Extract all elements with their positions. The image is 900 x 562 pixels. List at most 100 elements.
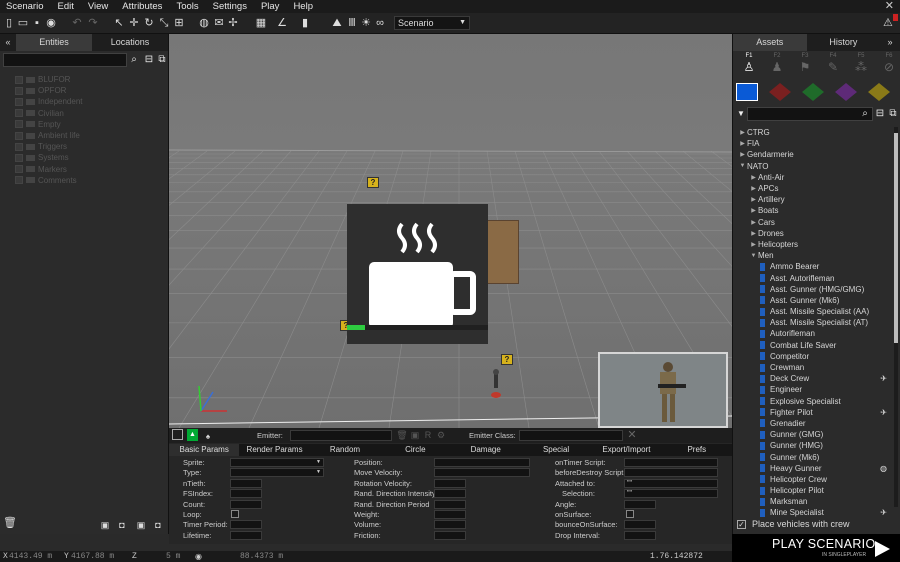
soldier-unit[interactable] [491, 368, 501, 398]
asset-tree-item[interactable]: ▼ NATO [733, 161, 893, 172]
emitter-field[interactable] [290, 430, 392, 441]
asset-tree-item[interactable]: Gunner (Mk6) [733, 451, 893, 462]
tab-locations[interactable]: Locations [92, 34, 168, 51]
settings-icon[interactable]: ⚙ [434, 428, 448, 443]
assets-search-input[interactable] [747, 107, 873, 121]
attribute-tab[interactable]: Circle [380, 444, 450, 456]
side-swatch[interactable] [868, 83, 890, 101]
globe-icon[interactable]: ◍ [197, 16, 211, 31]
asset-tree-item[interactable]: ▼ Men [733, 250, 893, 261]
map-icon[interactable]: ✉ [212, 16, 226, 31]
flag-icon[interactable]: F3 ⚑ [793, 53, 817, 79]
redo-icon[interactable]: ↷ [86, 16, 100, 31]
entities-tree-item[interactable]: Markers [15, 164, 83, 175]
export-folder-icon[interactable]: ▣ [134, 518, 148, 533]
asset-tree-item[interactable]: Crewman [733, 362, 893, 373]
asset-tree-item[interactable]: Helicopter Crew [733, 474, 893, 485]
asset-tree-item[interactable]: ▶ Drones [733, 228, 893, 239]
camera-icon[interactable]: ◘ [115, 518, 129, 533]
asset-tree-item[interactable]: ▶ Helicopters [733, 239, 893, 250]
attribute-tab[interactable]: Random [310, 444, 380, 456]
asset-tree-item[interactable]: Asst. Gunner (Mk6) [733, 295, 893, 306]
onsurface-checkbox[interactable] [626, 510, 634, 518]
terrain-icon[interactable]: ⛰ [330, 16, 344, 31]
asset-tree-item[interactable]: Explosive Specialist [733, 396, 893, 407]
attribute-field[interactable] [624, 520, 656, 530]
menu-scenario[interactable]: Scenario [0, 0, 52, 13]
menu-play[interactable]: Play [255, 0, 287, 13]
chevron-down-icon[interactable]: ▼ [735, 108, 747, 120]
tree-dark-icon[interactable]: ♠ [201, 429, 215, 444]
entities-tree-item[interactable]: Comments [15, 175, 83, 186]
expand-toggle-icon[interactable]: ▶ [749, 174, 758, 181]
search-icon[interactable]: ⌕ [859, 108, 871, 120]
attribute-field[interactable] [434, 520, 466, 530]
asset-tree-item[interactable]: Heavy Gunner ◍ [733, 463, 893, 474]
collapse-all-icon[interactable]: ⊟ [143, 54, 155, 66]
place-vehicles-checkbox[interactable]: ✓ Place vehicles with crew [737, 519, 850, 529]
expand-toggle-icon[interactable]: ▶ [738, 129, 747, 136]
entities-tree-item[interactable]: Systems [15, 152, 83, 163]
menu-attributes[interactable]: Attributes [116, 0, 170, 13]
asset-tree-item[interactable]: ▶ APCs [733, 183, 893, 194]
rotate-icon[interactable]: ↻ [142, 16, 156, 31]
checkbox-icon[interactable] [15, 109, 23, 118]
sun-icon[interactable]: ☀ [359, 16, 373, 31]
asset-tree-item[interactable]: ▶ FIA [733, 138, 893, 149]
menu-help[interactable]: Help [287, 0, 321, 13]
expand-toggle-icon[interactable]: ▶ [749, 196, 758, 203]
collapse-right-icon[interactable]: » [880, 34, 900, 51]
tank-vehicle[interactable] [487, 220, 519, 284]
asset-tree-item[interactable]: Grenadier [733, 418, 893, 429]
assets-scrollbar[interactable] [894, 127, 898, 507]
entities-tree-item[interactable]: Independent [15, 96, 83, 107]
attribute-field[interactable] [230, 478, 262, 488]
menu-settings[interactable]: Settings [207, 0, 255, 13]
open-folder-icon[interactable]: ▭ [16, 16, 30, 31]
groups-icon[interactable]: F2 ♟ [765, 53, 789, 79]
3d-viewport[interactable]: ? ? ? [169, 34, 732, 428]
close-icon[interactable]: ✕ [625, 428, 639, 443]
entities-tree-item[interactable]: OPFOR [15, 85, 83, 96]
angle-icon[interactable]: ∠ [275, 16, 289, 31]
attribute-field[interactable] [624, 499, 656, 509]
new-file-icon[interactable]: ▯ [2, 16, 16, 31]
attribute-field[interactable] [434, 478, 466, 488]
asset-tree-item[interactable]: Asst. Autorifleman [733, 272, 893, 283]
asset-tree-item[interactable]: Engineer [733, 384, 893, 395]
collapse-left-icon[interactable]: « [0, 34, 16, 51]
asset-tree-item[interactable]: Asst. Gunner (HMG/GMG) [733, 284, 893, 295]
expand-toggle-icon[interactable]: ▶ [749, 185, 758, 192]
asset-tree-item[interactable]: Helicopter Pilot [733, 485, 893, 496]
attribute-field[interactable] [230, 489, 262, 499]
expand-toggle-icon[interactable]: ▶ [738, 140, 747, 147]
asset-tree-item[interactable]: ▶ Boats [733, 205, 893, 216]
asset-tree-item[interactable]: Fighter Pilot ✈ [733, 407, 893, 418]
bars-icon[interactable]: Ⅲ [345, 16, 359, 31]
entities-tree-item[interactable]: Empty [15, 119, 83, 130]
delete-icon[interactable]: 🗑 [395, 428, 409, 443]
scale-icon[interactable]: ⤡ [157, 16, 171, 31]
side-swatch[interactable] [802, 83, 824, 101]
asset-tree-item[interactable]: Combat Life Saver [733, 340, 893, 351]
square-icon[interactable] [172, 429, 183, 440]
menu-view[interactable]: View [82, 0, 116, 13]
asset-tree-item[interactable]: ▶ CTRG [733, 127, 893, 138]
menu-edit[interactable]: Edit [52, 0, 82, 13]
attribute-tab[interactable]: Export/Import [591, 444, 661, 456]
asset-tree-item[interactable]: ▶ Cars [733, 217, 893, 228]
expand-toggle-icon[interactable]: ▶ [749, 219, 758, 226]
binoculars-icon[interactable]: ∞ [373, 16, 387, 31]
tree-icon[interactable]: ▲ [187, 429, 198, 441]
entities-tree-item[interactable]: Triggers [15, 141, 83, 152]
checkbox-icon[interactable] [15, 131, 23, 140]
scenario-select[interactable]: Scenario ▼ [394, 16, 470, 30]
filter-icon[interactable]: ⧉ [156, 54, 168, 66]
attribute-field[interactable] [230, 520, 262, 530]
asset-tree-item[interactable]: Marksman [733, 496, 893, 507]
entities-search-input[interactable] [3, 53, 127, 67]
collapse-all-icon[interactable]: ⊟ [874, 108, 886, 120]
new-folder-icon[interactable]: ▣ [98, 518, 112, 533]
attribute-tab[interactable]: Render Params [239, 444, 309, 456]
asset-tree-item[interactable]: Gunner (GMG) [733, 429, 893, 440]
